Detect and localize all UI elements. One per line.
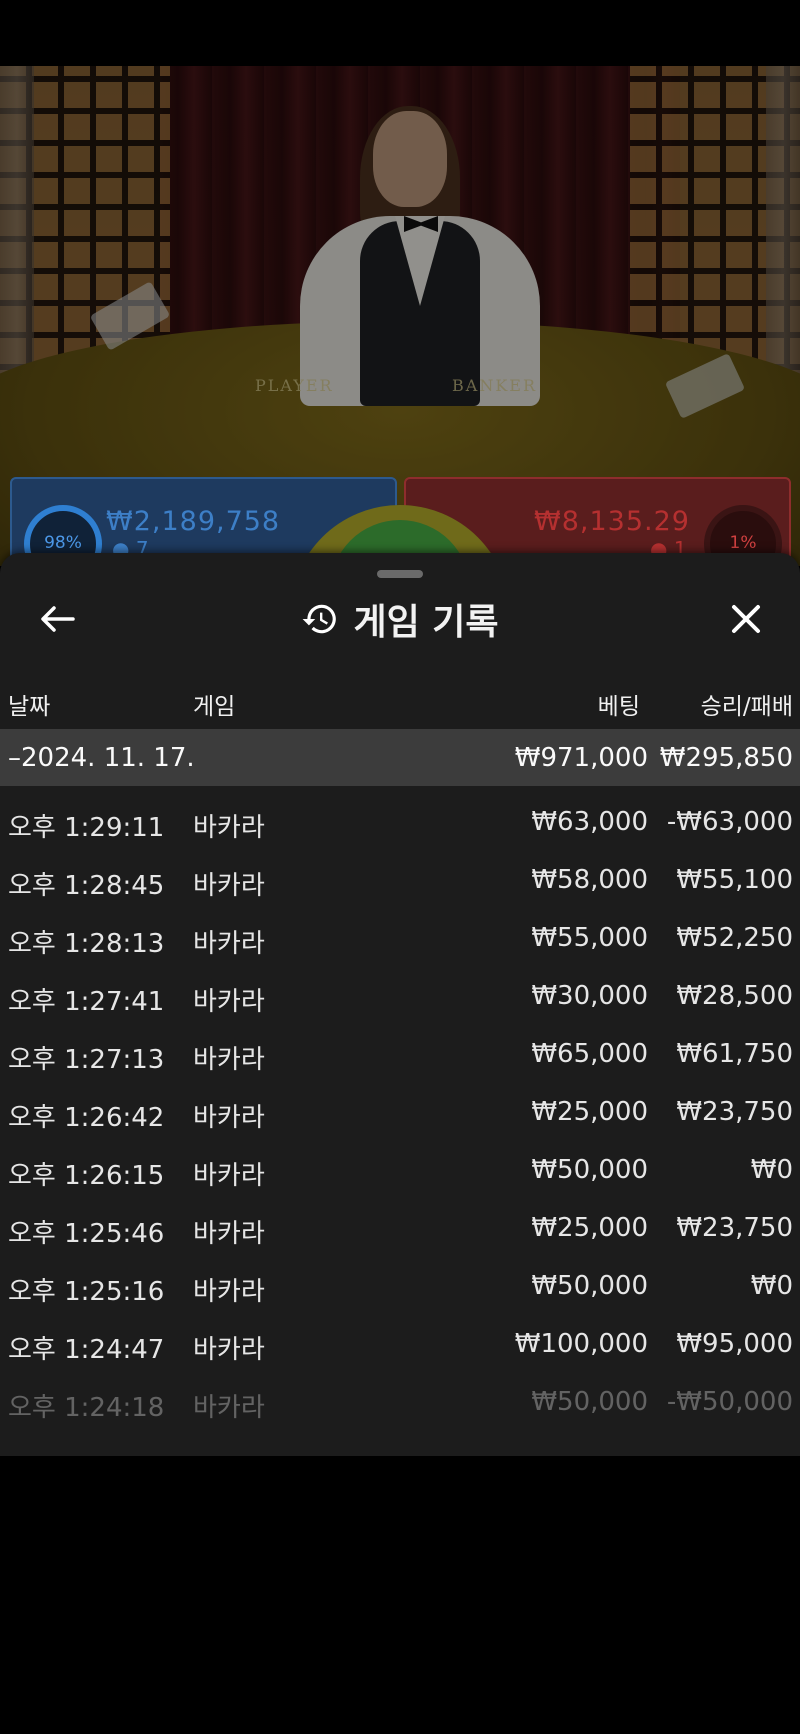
row-bet: ₩58,000 xyxy=(531,865,648,895)
row-result: ₩28,500 xyxy=(676,981,793,1011)
history-row[interactable]: 오후 1:28:13 바카라 ₩55,000 ₩52,250 xyxy=(0,902,800,960)
row-result: ₩61,750 xyxy=(676,1039,793,1069)
row-result: ₩23,750 xyxy=(676,1097,793,1127)
column-game: 게임 xyxy=(193,694,236,720)
sheet-drag-handle[interactable] xyxy=(377,570,423,578)
column-date: 날짜 xyxy=(8,694,51,720)
history-icon xyxy=(303,604,337,634)
row-time: 오후 1:25:16 xyxy=(8,1277,165,1307)
row-result: ₩52,250 xyxy=(676,923,793,953)
history-row[interactable]: 오후 1:27:41 바카라 ₩30,000 ₩28,500 xyxy=(0,960,800,1018)
banker-total-bet: ₩8,135.29 xyxy=(534,506,690,537)
row-result: ₩23,750 xyxy=(676,1213,793,1243)
row-time: 오후 1:27:13 xyxy=(8,1045,165,1075)
column-bet: 베팅 xyxy=(597,694,640,720)
row-game: 바카라 xyxy=(193,871,265,901)
row-bet: ₩25,000 xyxy=(531,1213,648,1243)
row-game: 바카라 xyxy=(193,1219,265,1249)
column-headers: 날짜 게임 베팅 승리/패배 xyxy=(0,683,800,723)
row-time: 오후 1:26:15 xyxy=(8,1161,165,1191)
row-bet: ₩30,000 xyxy=(531,981,648,1011)
summary-win-loss: ₩295,850 xyxy=(659,743,793,773)
history-row[interactable]: 오후 1:24:47 바카라 ₩100,000 ₩95,000 xyxy=(0,1308,800,1366)
history-list: 오후 1:29:11 바카라 ₩63,000 -₩63,000 오후 1:28:45 바카… xyxy=(0,786,800,1424)
row-time: 오후 1:24:18 xyxy=(8,1393,165,1423)
panel-header: 게임 기록 xyxy=(0,589,800,649)
summary-bet: ₩971,000 xyxy=(514,743,648,773)
row-game: 바카라 xyxy=(193,1277,265,1307)
row-time: 오후 1:29:11 xyxy=(8,813,165,843)
row-game: 바카라 xyxy=(193,1393,265,1423)
player-total-bet: ₩2,189,758 xyxy=(106,506,281,537)
row-game: 바카라 xyxy=(193,929,265,959)
history-row[interactable]: 오후 1:24:18 바카라 ₩50,000 -₩50,000 xyxy=(0,1366,800,1424)
history-row[interactable]: 오후 1:26:15 바카라 ₩50,000 ₩0 xyxy=(0,1134,800,1192)
row-result: ₩0 xyxy=(750,1155,793,1185)
history-row[interactable]: 오후 1:25:16 바카라 ₩50,000 ₩0 xyxy=(0,1250,800,1308)
row-game: 바카라 xyxy=(193,1103,265,1133)
row-result: ₩55,100 xyxy=(676,865,793,895)
history-row[interactable]: 오후 1:29:11 바카라 ₩63,000 -₩63,000 xyxy=(0,786,800,844)
panel-title: 게임 기록 xyxy=(353,602,499,643)
row-bet: ₩50,000 xyxy=(531,1271,648,1301)
history-row[interactable]: 오후 1:25:46 바카라 ₩25,000 ₩23,750 xyxy=(0,1192,800,1250)
column-win-loss: 승리/패배 xyxy=(700,694,793,720)
row-bet: ₩55,000 xyxy=(531,923,648,953)
row-bet: ₩50,000 xyxy=(531,1387,648,1417)
history-row[interactable]: 오후 1:26:42 바카라 ₩25,000 ₩23,750 xyxy=(0,1076,800,1134)
date-group-summary[interactable]: –2024. 11. 17. ₩971,000 ₩295,850 xyxy=(0,729,800,786)
row-result: ₩0 xyxy=(750,1271,793,1301)
history-row[interactable]: 오후 1:27:13 바카라 ₩65,000 ₩61,750 xyxy=(0,1018,800,1076)
row-game: 바카라 xyxy=(193,1161,265,1191)
row-bet: ₩100,000 xyxy=(514,1329,648,1359)
row-game: 바카라 xyxy=(193,987,265,1017)
close-button[interactable] xyxy=(722,595,770,643)
row-time: 오후 1:27:41 xyxy=(8,987,165,1017)
row-game: 바카라 xyxy=(193,1335,265,1365)
row-game: 바카라 xyxy=(193,1045,265,1075)
row-time: 오후 1:24:47 xyxy=(8,1335,165,1365)
banker-percent: 1% xyxy=(729,533,757,553)
row-result: -₩50,000 xyxy=(666,1387,793,1417)
row-result: -₩63,000 xyxy=(666,807,793,837)
row-time: 오후 1:28:13 xyxy=(8,929,165,959)
game-history-panel: 게임 기록 날짜 게임 베팅 승리/패배 –2024. 11. 17. ₩971… xyxy=(0,553,800,1456)
summary-date: –2024. 11. 17. xyxy=(8,743,195,773)
row-bet: ₩50,000 xyxy=(531,1155,648,1185)
bottom-blank-area xyxy=(0,1456,800,1734)
row-time: 오후 1:28:45 xyxy=(8,871,165,901)
player-percent: 98% xyxy=(44,533,82,553)
row-result: ₩95,000 xyxy=(676,1329,793,1359)
row-game: 바카라 xyxy=(193,813,265,843)
row-bet: ₩65,000 xyxy=(531,1039,648,1069)
row-bet: ₩63,000 xyxy=(531,807,648,837)
row-time: 오후 1:25:46 xyxy=(8,1219,165,1249)
row-time: 오후 1:26:42 xyxy=(8,1103,165,1133)
close-icon xyxy=(732,605,760,633)
row-bet: ₩25,000 xyxy=(531,1097,648,1127)
history-row[interactable]: 오후 1:28:45 바카라 ₩58,000 ₩55,100 xyxy=(0,844,800,902)
